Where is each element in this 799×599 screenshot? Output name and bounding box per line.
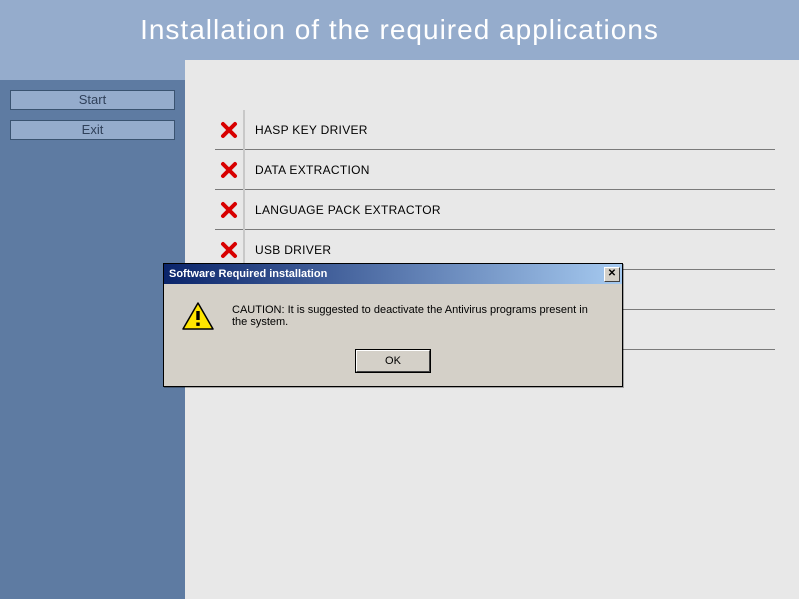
- list-item: DATA EXTRACTION: [215, 150, 775, 190]
- dialog-titlebar[interactable]: Software Required installation ✕: [164, 264, 622, 284]
- dialog-body: CAUTION: It is suggested to deactivate t…: [164, 284, 622, 340]
- fail-x-icon: [220, 241, 238, 259]
- item-label: DATA EXTRACTION: [245, 163, 370, 177]
- status-cell: [215, 110, 245, 150]
- sidebar-header-strip: [0, 60, 185, 80]
- dialog-footer: OK: [164, 340, 622, 386]
- item-label: HASP KEY DRIVER: [245, 123, 368, 137]
- page-title: Installation of the required application…: [140, 14, 659, 46]
- close-button[interactable]: ✕: [604, 267, 620, 282]
- header: Installation of the required application…: [0, 0, 799, 60]
- item-label: LANGUAGE PACK EXTRACTOR: [245, 203, 441, 217]
- exit-button[interactable]: Exit: [10, 120, 175, 140]
- ok-button[interactable]: OK: [356, 350, 430, 372]
- dialog-message: CAUTION: It is suggested to deactivate t…: [232, 304, 604, 328]
- status-cell: [215, 150, 245, 190]
- fail-x-icon: [220, 161, 238, 179]
- warning-icon: [182, 302, 214, 330]
- list-item: LANGUAGE PACK EXTRACTOR: [215, 190, 775, 230]
- status-cell: [215, 190, 245, 230]
- fail-x-icon: [220, 201, 238, 219]
- start-button[interactable]: Start: [10, 90, 175, 110]
- list-item: HASP KEY DRIVER: [215, 110, 775, 150]
- item-label: USB DRIVER: [245, 243, 331, 257]
- close-icon: ✕: [608, 269, 616, 279]
- dialog-title: Software Required installation: [166, 268, 327, 280]
- sidebar: Start Exit: [0, 60, 185, 599]
- fail-x-icon: [220, 121, 238, 139]
- warning-dialog: Software Required installation ✕ CAUTION…: [163, 263, 623, 387]
